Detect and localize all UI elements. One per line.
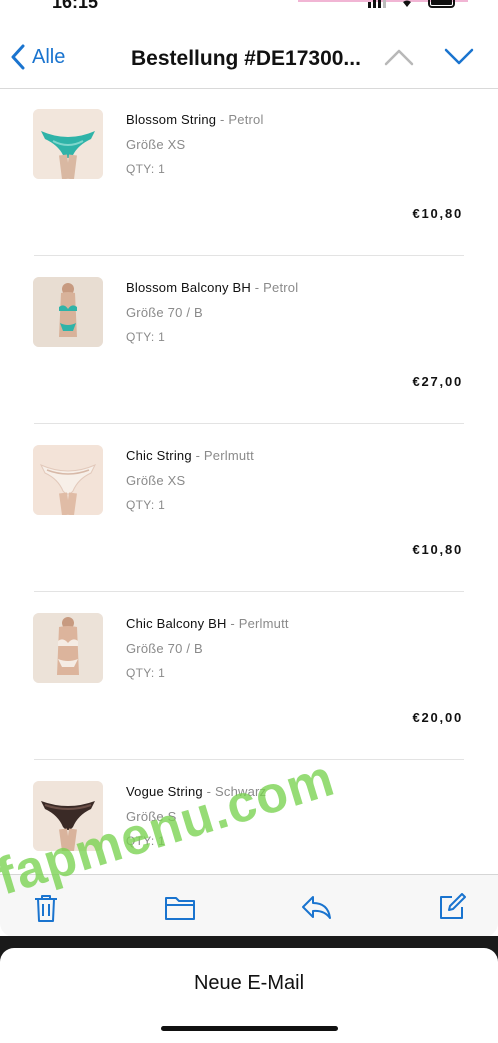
wifi-icon — [403, 0, 411, 7]
product-size: Größe XS — [126, 473, 186, 488]
trash-icon — [35, 895, 57, 922]
reply-icon — [302, 896, 331, 919]
product-qty: QTY: 1 — [126, 498, 166, 512]
order-item: Chic String - Perlmutt Größe XS QTY: 1 €… — [0, 424, 498, 592]
product-title: Blossom Balcony BH - Petrol — [126, 280, 298, 295]
product-qty: QTY: 1 — [126, 834, 166, 848]
move-button[interactable] — [164, 893, 196, 926]
order-item-list: Blossom String - Petrol Größe XS QTY: 1 … — [0, 88, 498, 874]
reply-button[interactable] — [300, 893, 332, 926]
product-variant: - Petrol — [250, 280, 299, 295]
battery-icon — [428, 0, 455, 8]
next-message-button[interactable] — [444, 48, 474, 71]
product-image[interactable] — [33, 445, 103, 515]
nav-bar: Alle Bestellung #DE17300... — [0, 30, 498, 89]
product-size: Größe S — [126, 809, 177, 824]
product-price: €10,80 — [412, 206, 463, 221]
compose-icon — [440, 893, 466, 919]
product-name: Vogue String — [126, 784, 203, 799]
compose-button[interactable] — [438, 893, 466, 926]
back-label: Alle — [32, 45, 66, 68]
status-icons — [368, 0, 458, 8]
product-variant: - Schwarz — [202, 784, 267, 799]
previous-message-button[interactable] — [384, 48, 414, 71]
product-price: €27,00 — [412, 374, 463, 389]
product-title: Chic Balcony BH - Perlmutt — [126, 616, 289, 631]
product-image[interactable] — [33, 109, 103, 179]
order-item: Blossom String - Petrol Größe XS QTY: 1 … — [0, 88, 498, 256]
delete-button[interactable] — [32, 893, 60, 928]
back-button[interactable]: Alle — [10, 44, 65, 70]
product-variant: - Perlmutt — [191, 448, 254, 463]
status-bar: 16:15 — [0, 0, 498, 14]
product-price: €10,80 — [412, 542, 463, 557]
order-item: Blossom Balcony BH - Petrol Größe 70 / B… — [0, 256, 498, 424]
chevron-up-icon — [384, 49, 414, 66]
product-image[interactable] — [33, 613, 103, 683]
product-image[interactable] — [33, 277, 103, 347]
product-size: Größe 70 / B — [126, 305, 203, 320]
product-variant: - Petrol — [216, 112, 264, 127]
signal-icon — [368, 0, 386, 8]
folder-icon — [165, 897, 195, 920]
product-name: Blossom String — [126, 112, 217, 127]
product-size: Größe XS — [126, 137, 186, 152]
status-time: 16:15 — [52, 0, 99, 12]
product-title: Blossom String - Petrol — [126, 112, 264, 127]
product-size: Größe 70 / B — [126, 641, 203, 656]
order-item: Vogue String - Schwarz Größe S QTY: 1 — [0, 760, 498, 874]
bottom-toolbar — [0, 874, 498, 937]
chevron-down-icon — [444, 48, 474, 65]
product-image[interactable] — [33, 781, 103, 851]
product-title: Vogue String - Schwarz — [126, 784, 266, 799]
product-qty: QTY: 1 — [126, 330, 166, 344]
new-mail-title[interactable]: Neue E-Mail — [0, 972, 498, 995]
chevron-left-icon — [11, 44, 25, 70]
product-name: Chic Balcony BH — [126, 616, 227, 631]
home-indicator[interactable] — [161, 1026, 338, 1031]
product-price: €20,00 — [412, 710, 463, 725]
page-title: Bestellung #DE17300... — [131, 47, 361, 70]
product-name: Chic String — [126, 448, 192, 463]
product-variant: - Perlmutt — [226, 616, 289, 631]
product-qty: QTY: 1 — [126, 162, 166, 176]
product-title: Chic String - Perlmutt — [126, 448, 254, 463]
product-name: Blossom Balcony BH — [126, 280, 251, 295]
product-qty: QTY: 1 — [126, 666, 166, 680]
order-item: Chic Balcony BH - Perlmutt Größe 70 / B … — [0, 592, 498, 760]
